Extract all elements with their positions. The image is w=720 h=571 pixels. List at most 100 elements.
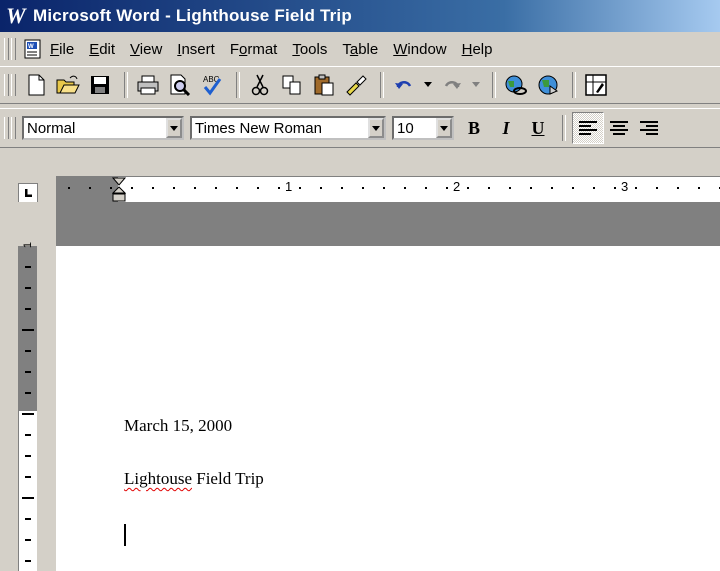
ruler-dot [362, 187, 364, 189]
ruler-label-2: 2 [453, 179, 461, 194]
toolbar-grip-2[interactable] [11, 74, 16, 96]
format-painter-icon[interactable] [342, 71, 370, 99]
vruler-mark [25, 371, 31, 373]
spelling-icon[interactable]: ABC [198, 71, 226, 99]
redo-icon[interactable] [438, 71, 466, 99]
document-line-title[interactable]: Lightouse Field Trip [124, 469, 264, 489]
align-left-button[interactable] [572, 112, 604, 144]
ruler-dot [278, 187, 280, 189]
indent-markers-icon[interactable] [112, 177, 126, 203]
font-size-dropdown-arrow[interactable] [436, 118, 452, 138]
toolbar-separator [236, 72, 240, 98]
ruler-dot [110, 187, 112, 189]
ruler-dot [299, 187, 301, 189]
misspelled-word[interactable]: Lightouse [124, 469, 192, 488]
ruler-dot [698, 187, 700, 189]
new-icon[interactable] [22, 71, 50, 99]
undo-icon[interactable] [390, 71, 418, 99]
undo-dropdown-icon[interactable] [422, 71, 434, 99]
style-combo[interactable]: Normal [22, 116, 184, 140]
style-value: Normal [27, 119, 76, 137]
font-size-value: 10 [397, 119, 414, 137]
align-left-icon [579, 121, 597, 135]
style-dropdown-arrow[interactable] [166, 118, 182, 138]
font-size-combo[interactable]: 10 [392, 116, 454, 140]
document-control-icon[interactable]: W [22, 38, 44, 60]
ruler-dot [236, 187, 238, 189]
vruler-mark [25, 455, 31, 457]
tables-icon[interactable] [582, 71, 610, 99]
ruler-dot [677, 187, 679, 189]
menu-help[interactable]: Help [462, 41, 493, 58]
vertical-ruler[interactable]: 1 [18, 242, 37, 571]
italic-button[interactable]: I [492, 114, 520, 142]
title-bar: W Microsoft Word - Lighthouse Field Trip [0, 0, 720, 32]
menu-table[interactable]: Table [342, 41, 378, 58]
vruler-mark [25, 392, 31, 394]
ruler-dot [572, 187, 574, 189]
print-icon[interactable] [134, 71, 162, 99]
tab-stop-selector[interactable] [18, 183, 38, 203]
ruler-dot [341, 187, 343, 189]
ruler-dot [152, 187, 154, 189]
ruler-dot [488, 187, 490, 189]
vruler-mark [25, 539, 31, 541]
paste-icon[interactable] [310, 71, 338, 99]
copy-icon[interactable] [278, 71, 306, 99]
vruler-mark [25, 476, 31, 478]
ruler-dot [131, 187, 133, 189]
font-dropdown-arrow[interactable] [368, 118, 384, 138]
ruler-dot [656, 187, 658, 189]
bold-button[interactable]: B [460, 114, 488, 142]
left-margin-area [56, 177, 118, 203]
toolbar-separator [562, 115, 566, 141]
menu-grip[interactable] [4, 38, 9, 60]
toolbar-separator [572, 72, 576, 98]
save-icon[interactable] [86, 71, 114, 99]
word-icon[interactable]: W [6, 5, 28, 27]
window-title: Microsoft Word - Lighthouse Field Trip [33, 6, 352, 25]
open-icon[interactable] [54, 71, 82, 99]
vruler-mark [25, 350, 31, 352]
font-combo[interactable]: Times New Roman [190, 116, 386, 140]
ruler-dot [551, 187, 553, 189]
cut-icon[interactable] [246, 71, 274, 99]
redo-dropdown-icon[interactable] [470, 71, 482, 99]
insert-hyperlink-icon[interactable] [502, 71, 530, 99]
title-rest: Field Trip [192, 469, 264, 488]
standard-toolbar: ABC [0, 66, 720, 104]
menu-insert[interactable]: Insert [177, 41, 215, 58]
document-line-date[interactable]: March 15, 2000 [124, 416, 232, 436]
page-top-margin-gray [56, 202, 720, 246]
ruler-dot [446, 187, 448, 189]
toolbar-grip[interactable] [4, 74, 9, 96]
menu-format[interactable]: Format [230, 41, 278, 58]
center-button[interactable] [604, 113, 634, 143]
ruler-dot [89, 187, 91, 189]
menu-grip-2[interactable] [11, 38, 16, 60]
horizontal-ruler[interactable]: 1 2 3 [56, 176, 720, 203]
menu-view[interactable]: View [130, 41, 162, 58]
toolbar-grip[interactable] [4, 117, 9, 139]
vruler-mark [25, 266, 31, 268]
menu-tools[interactable]: Tools [292, 41, 327, 58]
ruler-dot [425, 187, 427, 189]
align-center-icon [610, 121, 628, 135]
toolbar-grip-2[interactable] [11, 117, 16, 139]
menu-window[interactable]: Window [393, 41, 446, 58]
ruler-label-3: 3 [621, 179, 629, 194]
vruler-mark [22, 497, 34, 499]
align-right-button[interactable] [634, 113, 664, 143]
vruler-mark [25, 518, 31, 520]
print-preview-icon[interactable] [166, 71, 194, 99]
vruler-mark [22, 413, 34, 415]
document-page[interactable]: March 15, 2000 Lightouse Field Trip [56, 246, 720, 571]
menu-file[interactable]: File [50, 41, 74, 58]
vruler-mark [22, 329, 34, 331]
svg-text:W: W [28, 44, 34, 50]
menu-edit[interactable]: Edit [89, 41, 115, 58]
web-toolbar-icon[interactable] [534, 71, 562, 99]
ruler-dot [530, 187, 532, 189]
underline-button[interactable]: U [524, 114, 552, 142]
menu-bar: W File Edit View Insert Format Tools Tab… [0, 34, 720, 64]
